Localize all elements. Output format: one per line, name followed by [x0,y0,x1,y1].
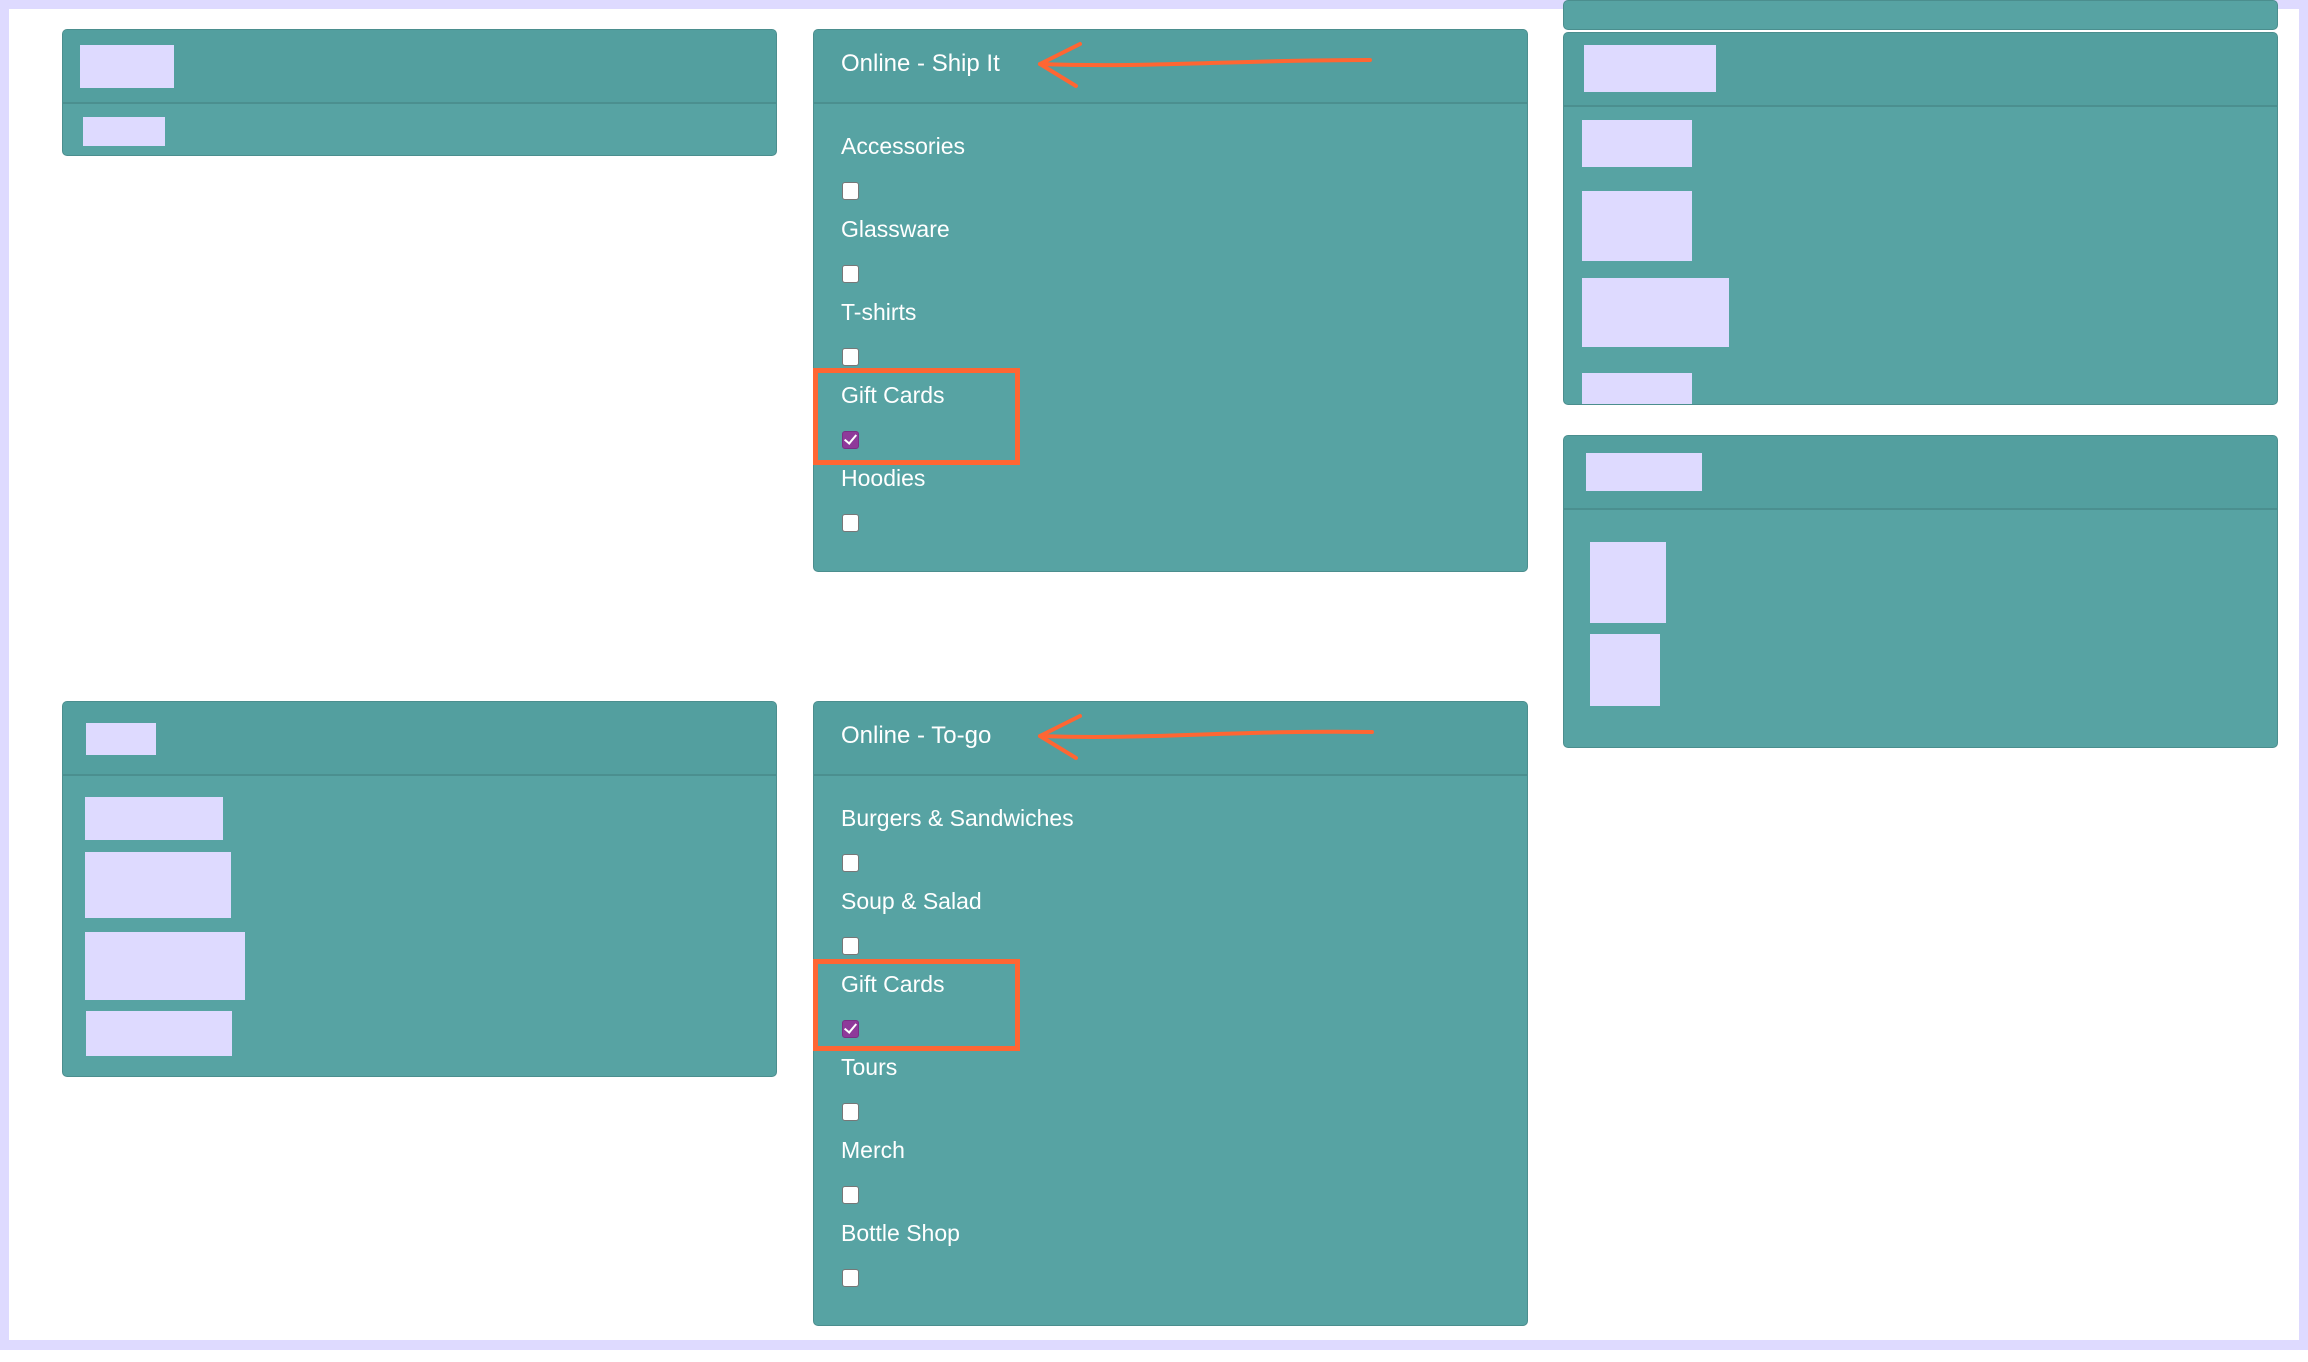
category-checkbox[interactable] [842,1186,859,1204]
category-label: Hoodies [841,465,926,491]
category-checkbox[interactable] [842,1269,859,1287]
online-ship-it-panel: Online - Ship It Accessories Glassware T… [813,29,1528,572]
category-checkbox[interactable] [842,265,859,283]
category-checkbox[interactable] [842,348,859,366]
category-checkbox[interactable] [842,937,859,955]
category-label: Glassware [841,216,950,242]
redacted-item [1582,120,1692,167]
redacted-panel-right-1 [1563,32,2278,405]
panel-title: Online - Ship It [841,50,1000,77]
redacted-title [86,723,156,755]
redacted-item [85,932,245,1000]
redacted-panel-bottom-left [62,701,777,1077]
category-label: Accessories [841,133,965,159]
category-label: Tours [841,1054,898,1080]
redacted-title [1586,453,1702,491]
category-label: T-shirts [841,299,917,325]
redacted-item [1582,373,1692,404]
arrow-annotation-icon [1038,42,1372,88]
redacted-panel-right-partial [1563,0,2278,30]
panel-header [63,702,776,776]
category-checkbox[interactable] [842,182,859,200]
highlight-box-gift-cards-to-go [813,959,1020,1051]
redacted-item [1582,191,1692,261]
category-label: Soup & Salad [841,888,982,914]
redacted-item [85,797,223,840]
category-label: Burgers & Sandwiches [841,805,1074,831]
panel-header [1564,436,2277,510]
category-checkbox[interactable] [842,1103,859,1121]
redacted-panel-top-left [62,29,777,156]
category-checkbox[interactable] [842,514,859,532]
redacted-item [1590,542,1666,623]
panel-title: Online - To-go [841,722,992,749]
category-checkbox[interactable] [842,854,859,872]
category-label: Merch [841,1137,905,1163]
redacted-title [1584,45,1716,92]
redacted-panel-right-2 [1563,435,2278,748]
panel-header [63,30,776,104]
highlight-box-gift-cards-ship-it [813,368,1020,465]
redacted-item [85,852,231,918]
redacted-item [1582,278,1729,347]
redacted-item [1590,634,1660,706]
redacted-title [80,45,174,88]
category-label: Bottle Shop [841,1220,960,1246]
redacted-item [86,1011,232,1056]
redacted-item [83,117,165,146]
panel-header [1564,33,2277,107]
arrow-annotation-icon [1038,714,1374,760]
